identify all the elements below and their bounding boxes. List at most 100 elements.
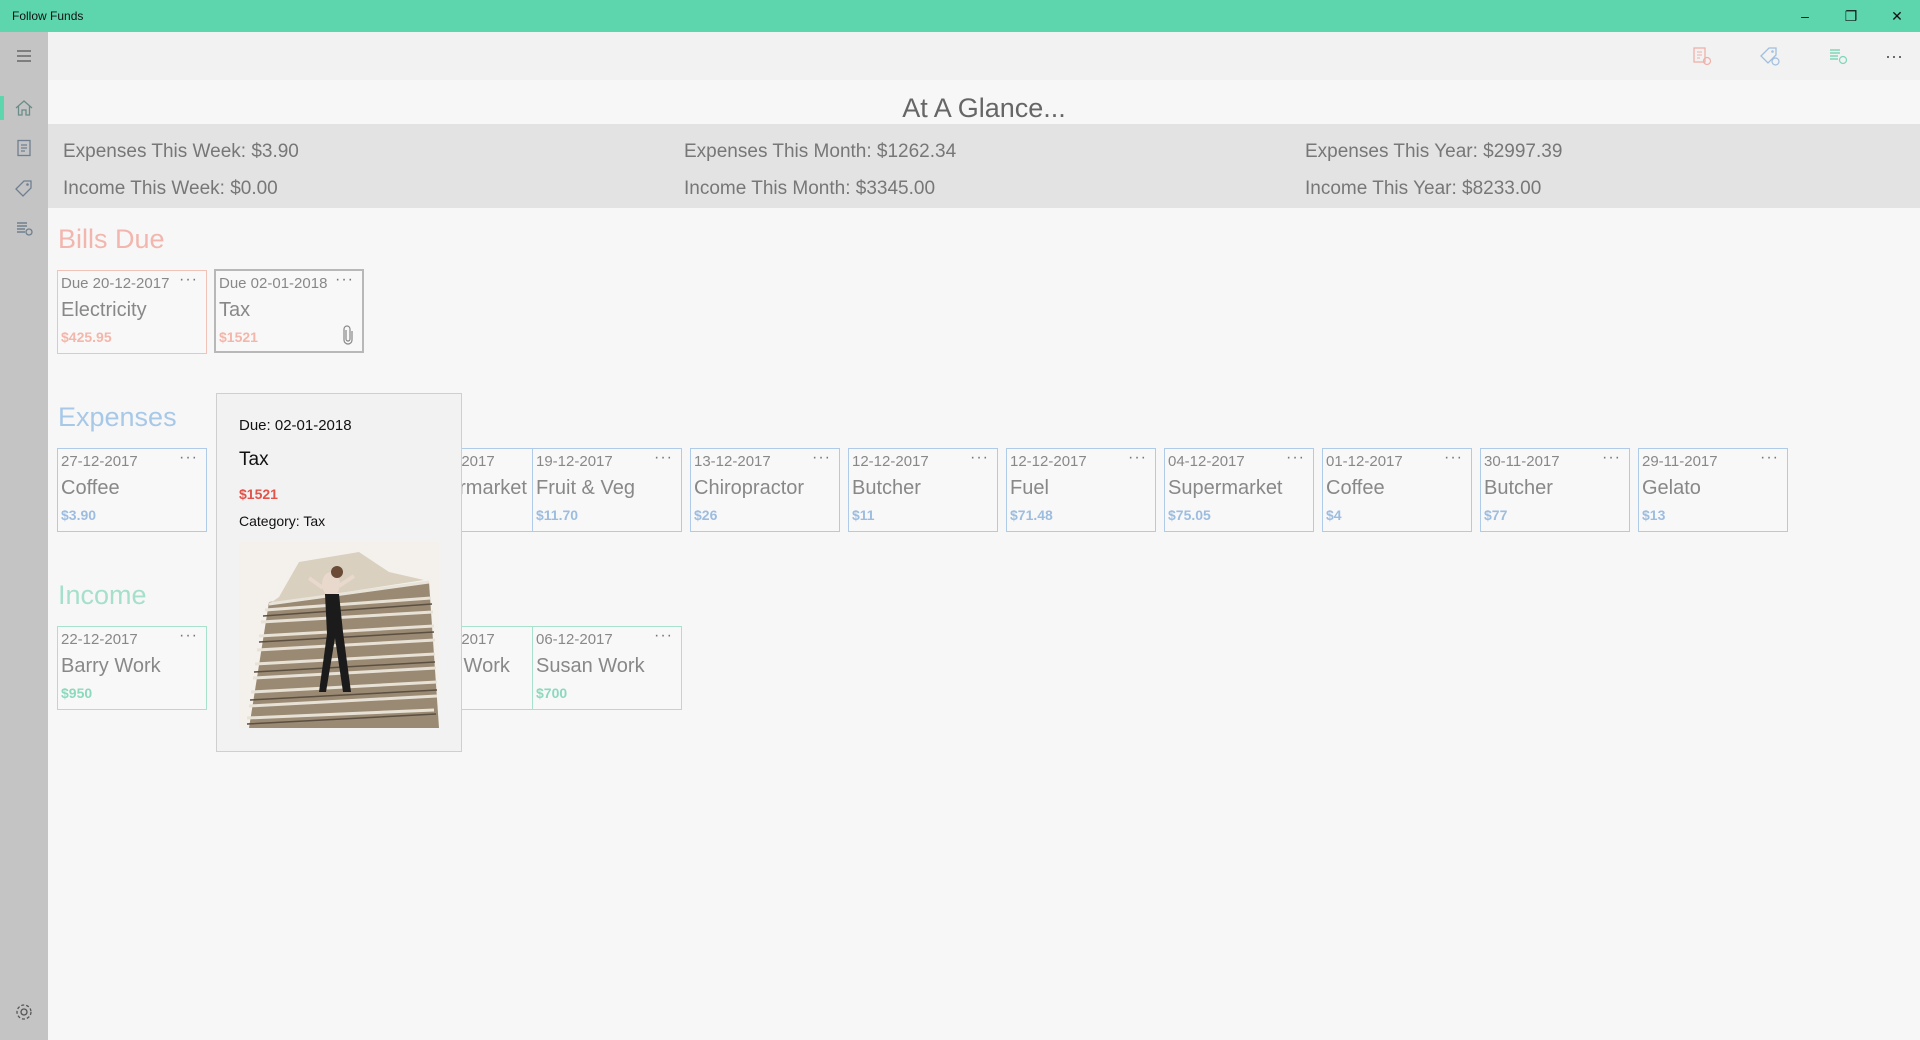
expense-name: Gelato — [1642, 477, 1701, 499]
expense-name: Supermarket — [1168, 477, 1283, 499]
expenses-this-year: Expenses This Year: $2997.39 — [1305, 141, 1563, 162]
sidebar-item-expenses[interactable] — [0, 128, 48, 168]
close-button[interactable]: ✕ — [1874, 0, 1920, 32]
minimize-button[interactable]: – — [1782, 0, 1828, 32]
income-name: Susan Work — [536, 655, 645, 677]
add-income-button[interactable] — [1818, 40, 1858, 72]
expense-more-button[interactable]: ··· — [1128, 449, 1147, 467]
expense-more-button[interactable]: ··· — [179, 449, 198, 467]
income-card[interactable]: 06-12-2017 ··· Susan Work $700 — [532, 626, 682, 710]
bills-due-heading: Bills Due — [58, 224, 165, 254]
expense-more-button[interactable]: ··· — [1602, 449, 1621, 467]
bill-name: Tax — [219, 299, 251, 321]
expense-name: Coffee — [61, 477, 120, 499]
bill-more-button[interactable]: ··· — [335, 271, 354, 289]
bill-card[interactable]: Due 02-01-2018 ··· Tax $1521 — [214, 269, 364, 353]
add-bill-icon — [1693, 47, 1712, 66]
expense-date: 01-12-2017 — [1326, 453, 1403, 470]
expenses-this-month: Expenses This Month: $1262.34 — [684, 141, 957, 162]
expense-amount: $75.05 — [1168, 507, 1211, 523]
expense-date: 12-12-2017 — [852, 453, 929, 470]
expense-name: Butcher — [852, 477, 921, 499]
add-expense-button[interactable] — [1750, 40, 1790, 72]
bill-amount: $425.95 — [61, 329, 112, 345]
expense-name: Fruit & Veg — [536, 477, 635, 499]
income-this-month: Income This Month: $3345.00 — [684, 178, 936, 199]
expense-date: 12-12-2017 — [1010, 453, 1087, 470]
expense-amount: $71.48 — [1010, 507, 1053, 523]
expense-amount: $4 — [1326, 507, 1342, 523]
bill-card[interactable]: Due 20-12-2017 ··· Electricity $425.95 — [57, 270, 207, 354]
expense-card[interactable]: 30-11-2017 ··· Butcher $77 — [1480, 448, 1630, 532]
tooltip-due-date: Due: 02-01-2018 — [239, 417, 352, 434]
expense-more-button[interactable]: ··· — [812, 449, 831, 467]
expense-card[interactable]: 13-12-2017 ··· Chiropractor $26 — [690, 448, 840, 532]
expense-amount: $26 — [694, 507, 718, 523]
expense-date: 13-12-2017 — [694, 453, 771, 470]
attachment-icon — [343, 325, 353, 345]
expense-amount: $11.70 — [536, 507, 579, 523]
expense-more-button[interactable]: ··· — [970, 449, 989, 467]
income-name: Barry Work — [61, 655, 161, 677]
expense-card[interactable]: 27-12-2017 ··· Coffee $3.90 — [57, 448, 207, 532]
tooltip-amount: $1521 — [239, 486, 278, 502]
expense-date: 27-12-2017 — [61, 453, 138, 470]
bill-tooltip: Due: 02-01-2018 Tax $1521 Category: Tax — [216, 393, 462, 752]
expense-card[interactable]: 12-12-2017 ··· Butcher $11 — [848, 448, 998, 532]
expense-name: Chiropractor — [694, 477, 805, 499]
expense-card[interactable]: 04-12-2017 ··· Supermarket $75.05 — [1164, 448, 1314, 532]
expense-card[interactable]: 19-12-2017 ··· Fruit & Veg $11.70 — [532, 448, 682, 532]
expense-name: Coffee — [1326, 477, 1385, 499]
app-title: Follow Funds — [12, 9, 84, 23]
income-more-button[interactable]: ··· — [179, 627, 198, 645]
more-options-button[interactable]: ··· — [1874, 40, 1914, 72]
expense-card[interactable]: 12-12-2017 ··· Fuel $71.48 — [1006, 448, 1156, 532]
expense-more-button[interactable]: ··· — [654, 449, 673, 467]
sidebar-item-tags[interactable] — [0, 168, 48, 208]
income-more-button[interactable]: ··· — [654, 627, 673, 645]
income-amount: $950 — [61, 685, 93, 701]
expense-more-button[interactable]: ··· — [1760, 449, 1779, 467]
income-date: 22-12-2017 — [61, 631, 138, 648]
home-icon — [15, 100, 33, 116]
expense-amount: $77 — [1484, 507, 1508, 523]
expense-card[interactable]: 01-12-2017 ··· Coffee $4 — [1322, 448, 1472, 532]
sidebar-item-home[interactable] — [0, 88, 48, 128]
income-this-year: Income This Year: $8233.00 — [1305, 178, 1542, 199]
expenses-heading: Expenses — [58, 402, 177, 432]
hamburger-icon — [17, 50, 31, 62]
expense-date: 19-12-2017 — [536, 453, 613, 470]
summary-panel: Expenses This Week: $3.90 Income This We… — [48, 124, 1920, 208]
sidebar-item-settings[interactable] — [0, 992, 48, 1032]
sidebar — [0, 32, 48, 1040]
tooltip-category: Category: Tax — [239, 513, 326, 529]
title-bar: Follow Funds – ❐ ✕ — [0, 0, 1920, 32]
expense-more-button[interactable]: ··· — [1444, 449, 1463, 467]
income-icon — [17, 222, 33, 236]
main-content: ··· At A Glance... Expenses This Week: $… — [48, 32, 1920, 1040]
bill-date: Due 20-12-2017 — [61, 275, 170, 292]
tag-icon — [15, 180, 32, 197]
expenses-icon — [17, 139, 31, 157]
expense-name: Butcher — [1484, 477, 1553, 499]
expense-date: 30-11-2017 — [1484, 453, 1560, 470]
expense-date: 04-12-2017 — [1168, 453, 1245, 470]
bill-more-button[interactable]: ··· — [179, 271, 198, 289]
tooltip-bill-name: Tax — [239, 449, 269, 470]
expense-amount: $11 — [852, 507, 875, 523]
income-card[interactable]: 22-12-2017 ··· Barry Work $950 — [57, 626, 207, 710]
restore-button[interactable]: ❐ — [1828, 0, 1874, 32]
expense-card[interactable]: 29-11-2017 ··· Gelato $13 — [1638, 448, 1788, 532]
expense-amount: $3.90 — [61, 507, 97, 523]
paper-stack-image — [239, 542, 439, 728]
expense-more-button[interactable]: ··· — [1286, 449, 1305, 467]
hamburger-menu-button[interactable] — [0, 36, 48, 76]
income-amount: $700 — [536, 685, 568, 701]
add-bill-button[interactable] — [1682, 40, 1722, 72]
settings-icon — [16, 1004, 32, 1020]
sidebar-item-income[interactable] — [0, 208, 48, 248]
expenses-this-week: Expenses This Week: $3.90 — [63, 141, 299, 162]
income-date: 06-12-2017 — [536, 631, 613, 648]
add-expense-icon — [1760, 47, 1780, 66]
bill-name: Electricity — [61, 299, 147, 321]
